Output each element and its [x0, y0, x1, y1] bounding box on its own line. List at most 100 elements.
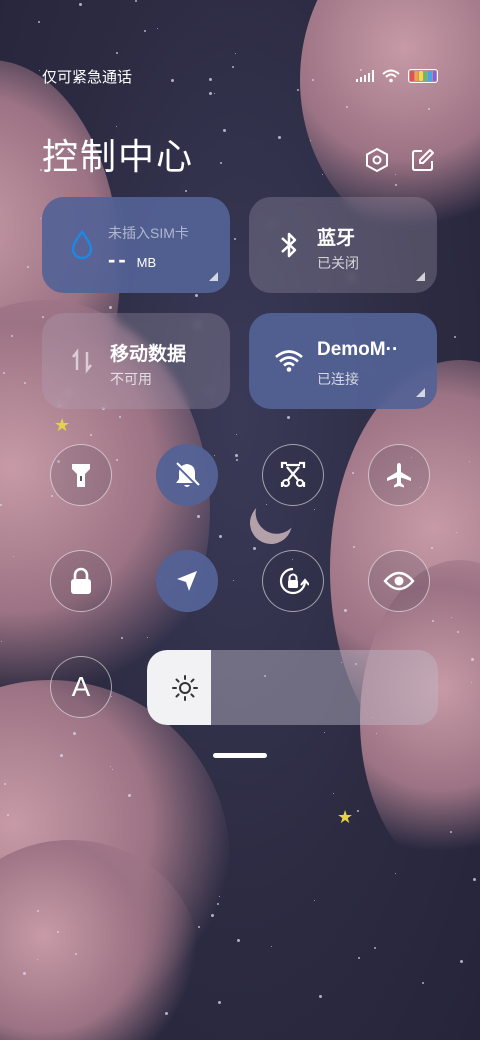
star-decoration — [90, 434, 92, 436]
signal-icon — [356, 70, 374, 82]
data-arrows-icon — [66, 345, 98, 377]
star-decoration — [116, 52, 118, 54]
star-decoration — [287, 416, 290, 419]
wifi-tile[interactable]: DemoM·· 已连接 — [249, 313, 437, 409]
star-decoration — [60, 754, 63, 757]
star-decoration — [197, 515, 200, 518]
star-decoration — [165, 1012, 168, 1015]
star-decoration — [0, 504, 2, 506]
star-decoration — [357, 810, 359, 812]
reading-mode-toggle[interactable] — [368, 550, 430, 612]
star-decoration — [111, 696, 112, 697]
font-size-toggle[interactable]: A — [50, 656, 112, 718]
star-decoration — [198, 926, 200, 928]
star-decoration — [310, 140, 311, 141]
airplane-mode-toggle[interactable] — [368, 444, 430, 506]
star-decoration — [344, 609, 347, 612]
star-decoration — [110, 766, 111, 767]
star-decoration — [214, 455, 215, 456]
star-decoration — [73, 732, 76, 735]
screenshot-toggle[interactable] — [262, 444, 324, 506]
star-decoration: ★ — [337, 807, 354, 827]
expand-corner-icon — [209, 272, 218, 281]
star-decoration — [3, 372, 5, 374]
star-decoration — [473, 878, 476, 881]
star-decoration — [116, 459, 118, 461]
eye-icon — [383, 571, 415, 591]
star-decoration — [432, 620, 434, 622]
mobile-data-status: 不可用 — [110, 371, 152, 387]
drag-handle[interactable] — [213, 753, 267, 758]
star-decoration — [322, 174, 323, 175]
star-decoration — [42, 316, 44, 318]
font-size-icon: A — [71, 671, 91, 702]
mobile-data-tile[interactable]: 移动数据 不可用 — [42, 313, 230, 409]
expand-corner-icon — [416, 272, 425, 281]
location-toggle[interactable] — [156, 550, 218, 612]
edit-button[interactable] — [408, 145, 438, 175]
sun-icon — [172, 675, 198, 701]
bluetooth-label: 蓝牙 — [317, 228, 356, 249]
star-decoration — [450, 831, 452, 833]
star-decoration — [454, 336, 456, 338]
bluetooth-status: 已关闭 — [317, 255, 359, 271]
star-decoration — [209, 92, 212, 95]
rotation-lock-toggle[interactable] — [262, 550, 324, 612]
star-decoration — [457, 631, 459, 633]
star-decoration — [235, 454, 238, 457]
settings-button[interactable] — [362, 145, 392, 175]
star-decoration — [214, 93, 215, 94]
star-decoration — [233, 580, 234, 581]
brightness-slider[interactable] — [147, 650, 438, 725]
star-decoration — [236, 434, 237, 435]
star-decoration — [358, 957, 360, 959]
star-decoration — [135, 0, 137, 2]
star-decoration — [75, 953, 77, 955]
star-decoration — [352, 472, 354, 474]
lock-icon — [71, 567, 91, 594]
star-decoration — [79, 3, 82, 6]
carrier-text: 仅可紧急通话 — [42, 68, 133, 86]
wifi-network-name: DemoM·· — [317, 339, 399, 360]
bluetooth-tile[interactable]: 蓝牙 已关闭 — [249, 197, 437, 293]
star-decoration — [24, 382, 26, 384]
flashlight-toggle[interactable] — [50, 444, 112, 506]
mobile-data-label: 移动数据 — [110, 344, 187, 365]
bluetooth-icon — [273, 229, 305, 261]
star-decoration — [218, 1001, 221, 1004]
wifi-status-icon — [382, 69, 400, 83]
star-decoration — [333, 793, 334, 794]
star-decoration — [185, 190, 187, 192]
star-decoration — [57, 931, 59, 933]
star-decoration — [38, 21, 40, 23]
star-decoration — [7, 814, 9, 816]
star-decoration — [314, 900, 315, 901]
star-decoration — [4, 783, 6, 785]
sim-data-tile[interactable]: 未插入SIM卡 -- MB — [42, 197, 230, 293]
star-decoration — [395, 873, 396, 874]
lock-screen-toggle[interactable] — [50, 550, 112, 612]
battery-icon — [408, 69, 438, 83]
star-decoration — [428, 108, 430, 110]
star-decoration — [116, 126, 117, 127]
star-decoration — [374, 947, 376, 949]
flashlight-icon — [72, 464, 90, 487]
star-decoration — [220, 162, 222, 164]
page-title: 控制中心 — [42, 136, 195, 177]
sim-status-label: 未插入SIM卡 — [108, 225, 189, 241]
star-decoration — [109, 306, 112, 309]
status-bar: 仅可紧急通话 — [42, 64, 438, 88]
star-decoration — [13, 556, 14, 557]
star-decoration — [27, 266, 29, 268]
airplane-icon — [387, 463, 411, 488]
star-decoration — [217, 903, 219, 905]
silent-mode-toggle[interactable] — [156, 444, 218, 506]
star-decoration — [219, 535, 222, 538]
star-decoration — [51, 495, 53, 497]
bell-off-icon — [174, 462, 200, 488]
data-usage-value: -- MB — [108, 247, 157, 272]
star-decoration — [395, 174, 396, 175]
star-decoration — [40, 218, 41, 219]
star-decoration — [121, 637, 123, 639]
star-decoration — [451, 617, 452, 618]
